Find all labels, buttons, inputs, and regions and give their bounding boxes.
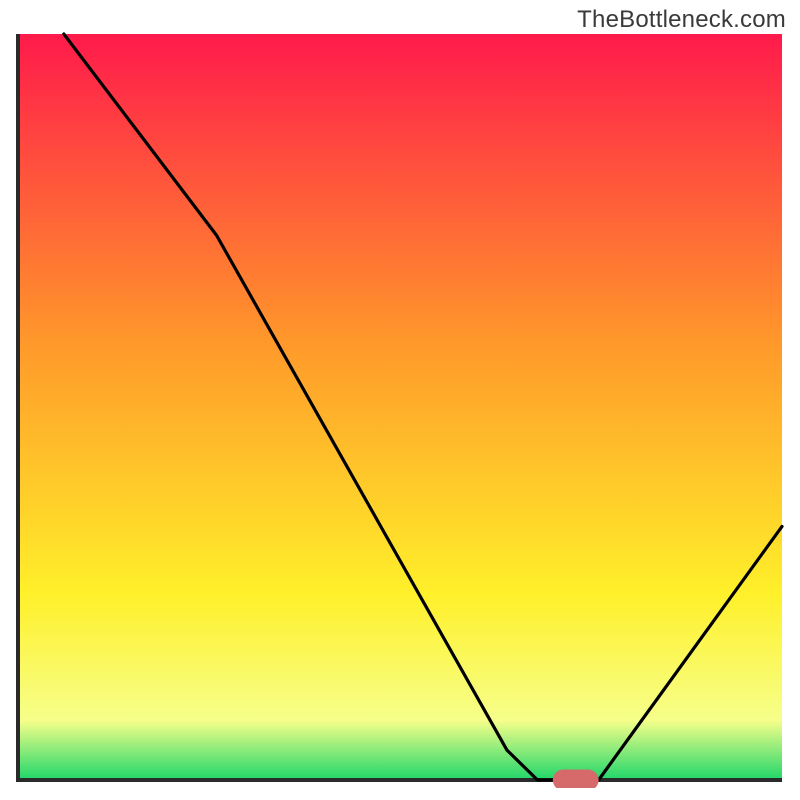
chart-svg bbox=[12, 28, 788, 788]
gradient-background bbox=[18, 34, 782, 780]
optimal-marker bbox=[553, 770, 599, 788]
chart-canvas bbox=[12, 28, 788, 788]
